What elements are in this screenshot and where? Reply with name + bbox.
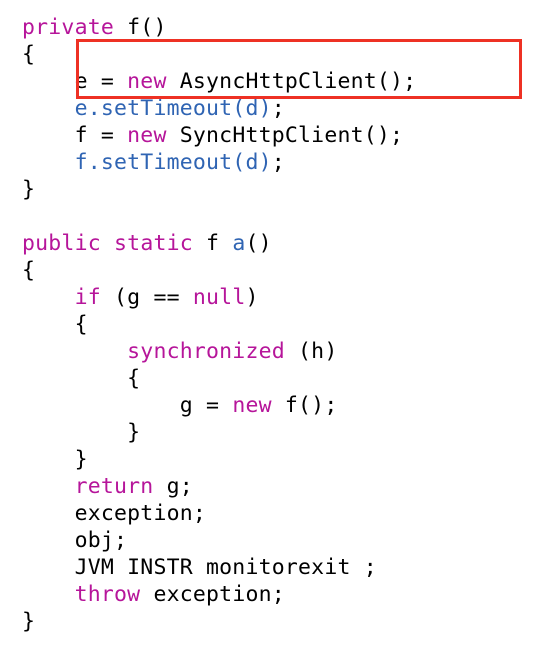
- keyword-synchronized: synchronized: [127, 339, 285, 364]
- code-line: exception;: [22, 501, 206, 526]
- code-line: {: [22, 258, 35, 283]
- keyword-static: static: [114, 231, 193, 256]
- code-line: f.setTimeout(d);: [22, 150, 285, 175]
- code-line: JVM INSTR monitorexit ;: [22, 555, 377, 580]
- code-line: e = new AsyncHttpClient();: [22, 69, 416, 94]
- keyword-new: new: [127, 123, 166, 148]
- keyword-new: new: [232, 393, 271, 418]
- method-name: a: [232, 231, 245, 256]
- code-line: if (g == null): [22, 285, 259, 310]
- code-block: private f() { e = new AsyncHttpClient();…: [22, 14, 540, 635]
- code-line: }: [22, 609, 35, 634]
- code-line: {: [22, 42, 35, 67]
- code-line: g = new f();: [22, 393, 337, 418]
- code-line: {: [22, 312, 88, 337]
- code-snippet-container: private f() { e = new AsyncHttpClient();…: [22, 14, 540, 635]
- keyword-null: null: [193, 285, 246, 310]
- code-line: private f(): [22, 15, 167, 40]
- code-line: }: [22, 420, 140, 445]
- code-line: throw exception;: [22, 582, 285, 607]
- code-line: [22, 204, 35, 229]
- code-line: return g;: [22, 474, 193, 499]
- method-call: f.setTimeout(d): [75, 150, 272, 175]
- code-line: }: [22, 177, 35, 202]
- keyword-return: return: [75, 474, 154, 499]
- code-line: }: [22, 447, 88, 472]
- code-line: f = new SyncHttpClient();: [22, 123, 403, 148]
- code-line: e.setTimeout(d);: [22, 96, 285, 121]
- keyword-throw: throw: [75, 582, 141, 607]
- keyword-if: if: [75, 285, 101, 310]
- code-line: obj;: [22, 528, 127, 553]
- code-line: public static f a(): [22, 231, 272, 256]
- method-call: e.setTimeout(d): [75, 96, 272, 121]
- code-line: synchronized (h): [22, 339, 337, 364]
- keyword-new: new: [127, 69, 166, 94]
- keyword-private: private: [22, 15, 114, 40]
- code-line: {: [22, 366, 140, 391]
- keyword-public: public: [22, 231, 101, 256]
